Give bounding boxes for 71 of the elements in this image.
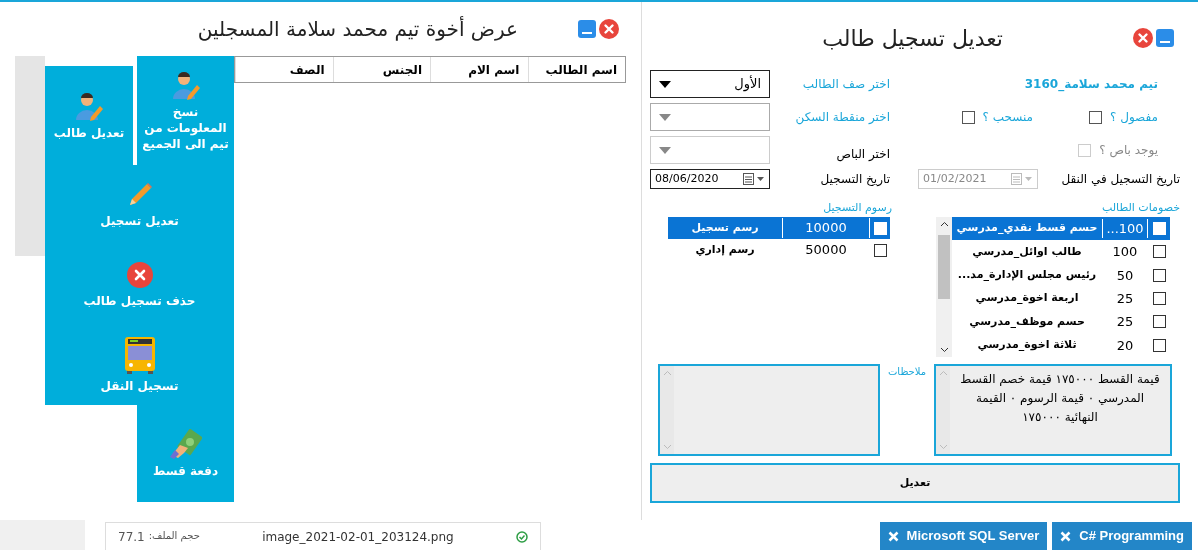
field-label: اختر منقطة السكن (795, 110, 890, 124)
section-label: خصومات الطالب (1101, 201, 1180, 214)
close-icon[interactable] (1133, 28, 1153, 48)
discount-amount: 100 (1111, 243, 1139, 262)
discount-name: ثلاثة اخوة_مدرسي (976, 337, 1078, 354)
skill-tag[interactable]: Microsoft SQL Server (879, 522, 1048, 550)
close-icon[interactable] (599, 19, 619, 39)
fee-amount: 10000 (782, 218, 870, 238)
money-hand-icon (169, 428, 202, 459)
section-label: رسوم التسجيل (823, 201, 892, 214)
submit-button[interactable]: تعديل (650, 463, 1180, 503)
field-label: ملاحظات (887, 365, 927, 379)
calendar-icon (1011, 173, 1033, 185)
field-label: اختر الباص (836, 147, 890, 161)
discount-amount: 25 (1115, 313, 1135, 332)
checkbox[interactable] (961, 110, 975, 124)
date-field[interactable]: 08/06/2020 (650, 169, 770, 189)
discount-name: حسم موظف_مدرسي (968, 313, 1086, 330)
fee-amount: 50000 (804, 241, 848, 260)
student-edit-icon (170, 69, 201, 100)
column-header[interactable]: اسم الام (430, 57, 528, 82)
discount-name: رئيس مجلس الإدارة_مد... (956, 267, 1098, 284)
checkbox[interactable] (1152, 245, 1166, 259)
fee-name: رسم إداري (694, 241, 756, 258)
discount-amount: 50 (1115, 266, 1135, 285)
discount-amount: 25 (1115, 289, 1135, 308)
column-header[interactable]: اسم الطالب (527, 57, 625, 82)
scroll-down-icon[interactable] (939, 347, 949, 353)
date-field[interactable]: 01/02/2021 (918, 169, 1038, 189)
discount-name: طالب اوائل_مدرسي (971, 243, 1083, 260)
checkbox[interactable] (1089, 110, 1102, 124)
area-dropdown[interactable] (650, 103, 770, 131)
student-name: تيم محمد سلامة_3160 (1024, 76, 1158, 93)
calendar-icon (743, 173, 765, 185)
minimize-icon[interactable] (578, 20, 596, 38)
checkbox[interactable] (1152, 292, 1166, 306)
scroll-up-icon[interactable] (939, 221, 949, 227)
class-dropdown[interactable]: الأول (650, 70, 770, 98)
discount-amount: 100... (1102, 218, 1148, 239)
remove-icon (887, 530, 899, 542)
window-title: تعديل تسجيل طالب (822, 24, 1003, 53)
student-edit-icon (74, 90, 104, 121)
verified-icon (516, 530, 528, 543)
window-title: عرض أخوة تيم محمد سلامة المسجلين (197, 15, 518, 43)
discount-name: اربعة اخوة_مدرسي (974, 290, 1080, 307)
dropdown-caret-icon (659, 146, 671, 154)
dropdown-caret-icon (659, 113, 671, 121)
scrollbar-thumb[interactable] (938, 235, 950, 299)
dropdown-caret-icon (659, 80, 671, 88)
checkbox-label: منسحب ؟ (982, 109, 1033, 126)
checkbox[interactable] (1152, 315, 1166, 329)
field-label: تاريخ التسجيل في النقل (1060, 171, 1180, 188)
delete-icon (125, 261, 154, 289)
checkbox[interactable] (1152, 268, 1166, 282)
field-label: تاريخ التسجيل (820, 172, 890, 186)
file-size-label: حجم الملف: (148, 528, 200, 544)
field-label: اختر صف الطالب (802, 77, 890, 91)
column-header[interactable]: الجنس (332, 57, 430, 82)
column-header[interactable]: الصف (235, 57, 333, 82)
skill-tag[interactable]: C# Programming (1052, 522, 1192, 550)
checkbox[interactable] (1152, 338, 1166, 352)
remove-icon (1060, 530, 1072, 542)
fee-name: رسم تسجيل (690, 219, 760, 236)
discount-amount: 20 (1115, 336, 1135, 355)
checkbox-label: مفصول ؟ (1110, 109, 1158, 126)
checkbox[interactable] (873, 243, 887, 257)
file-size: 77.1 (118, 528, 145, 546)
discount-name: حسم قسط نقدي_مدرسي (955, 220, 1099, 237)
checkbox-label: يوجد باص ؟ (1099, 142, 1158, 159)
minimize-icon[interactable] (1156, 29, 1174, 47)
file-name[interactable]: image_2021-02-01_203124.png (262, 527, 454, 546)
